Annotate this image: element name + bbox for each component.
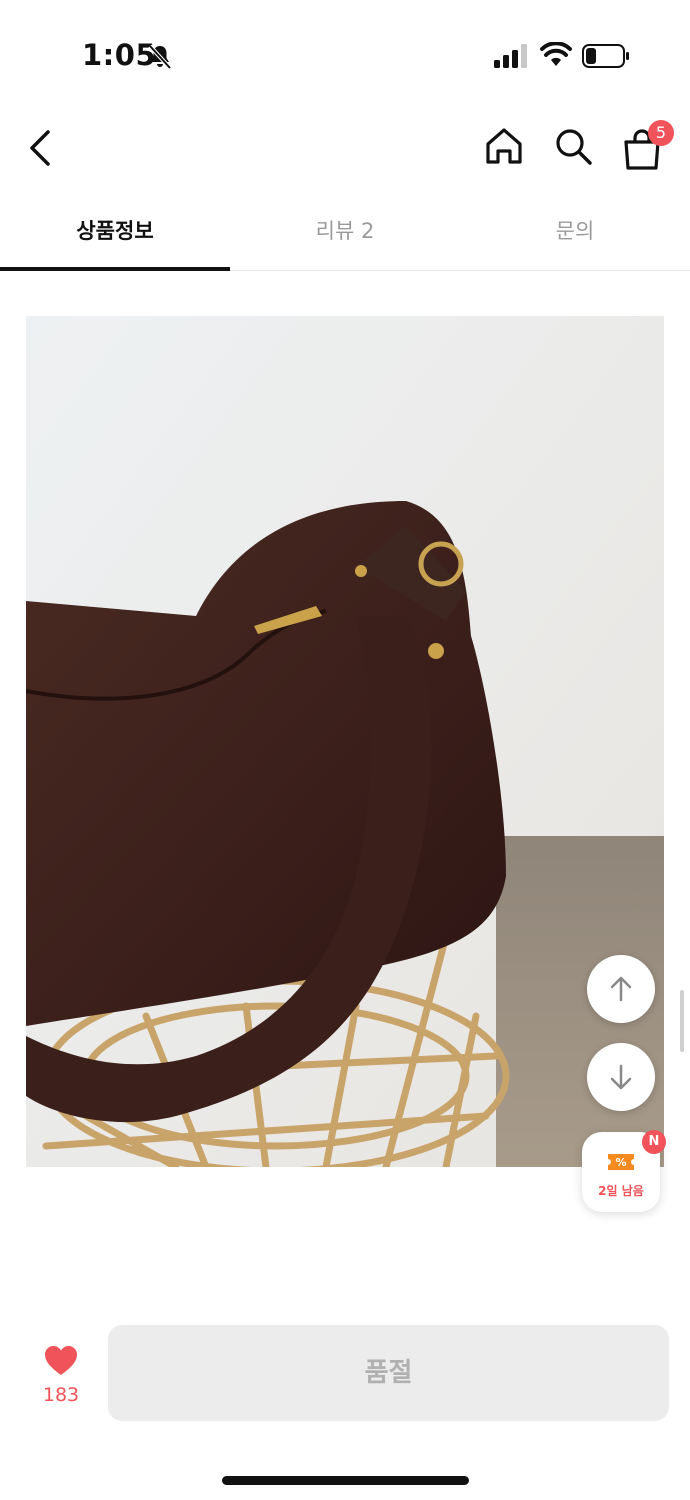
coupon-icon: % [608,1154,634,1170]
status-time: 1:05 [82,38,157,72]
search-icon[interactable] [553,126,593,166]
soldout-button[interactable]: 품절 [108,1325,669,1421]
battery-icon [582,44,629,68]
arrow-down-icon [610,1064,632,1090]
coupon-remaining-label: 2일 남음 [598,1184,644,1198]
signal-icon [494,44,527,68]
tab-inquiry[interactable]: 문의 [460,196,690,270]
scrollbar[interactable] [680,990,684,1052]
like-count: 183 [42,1384,80,1406]
tab-reviews[interactable]: 리뷰 2 [230,196,460,270]
top-nav-bar: 5 [0,110,690,190]
scroll-down-button[interactable] [587,1043,655,1111]
back-icon[interactable] [26,128,56,168]
home-icon[interactable] [484,126,524,166]
home-indicator [222,1476,469,1485]
scroll-up-button[interactable] [587,955,655,1023]
cart-button[interactable]: 5 [622,120,674,170]
new-badge: N [642,1130,666,1154]
product-tabs: 상품정보 리뷰 2 문의 [0,196,690,271]
cart-count-badge: 5 [648,120,674,146]
tab-product-info[interactable]: 상품정보 [0,196,230,271]
svg-text:%: % [615,1156,626,1169]
arrow-up-icon [610,976,632,1002]
status-bar: 1:05 [0,0,690,110]
bell-slash-icon [148,44,172,70]
heart-icon[interactable] [44,1345,78,1377]
wifi-icon [540,42,572,66]
product-image [26,316,664,1167]
